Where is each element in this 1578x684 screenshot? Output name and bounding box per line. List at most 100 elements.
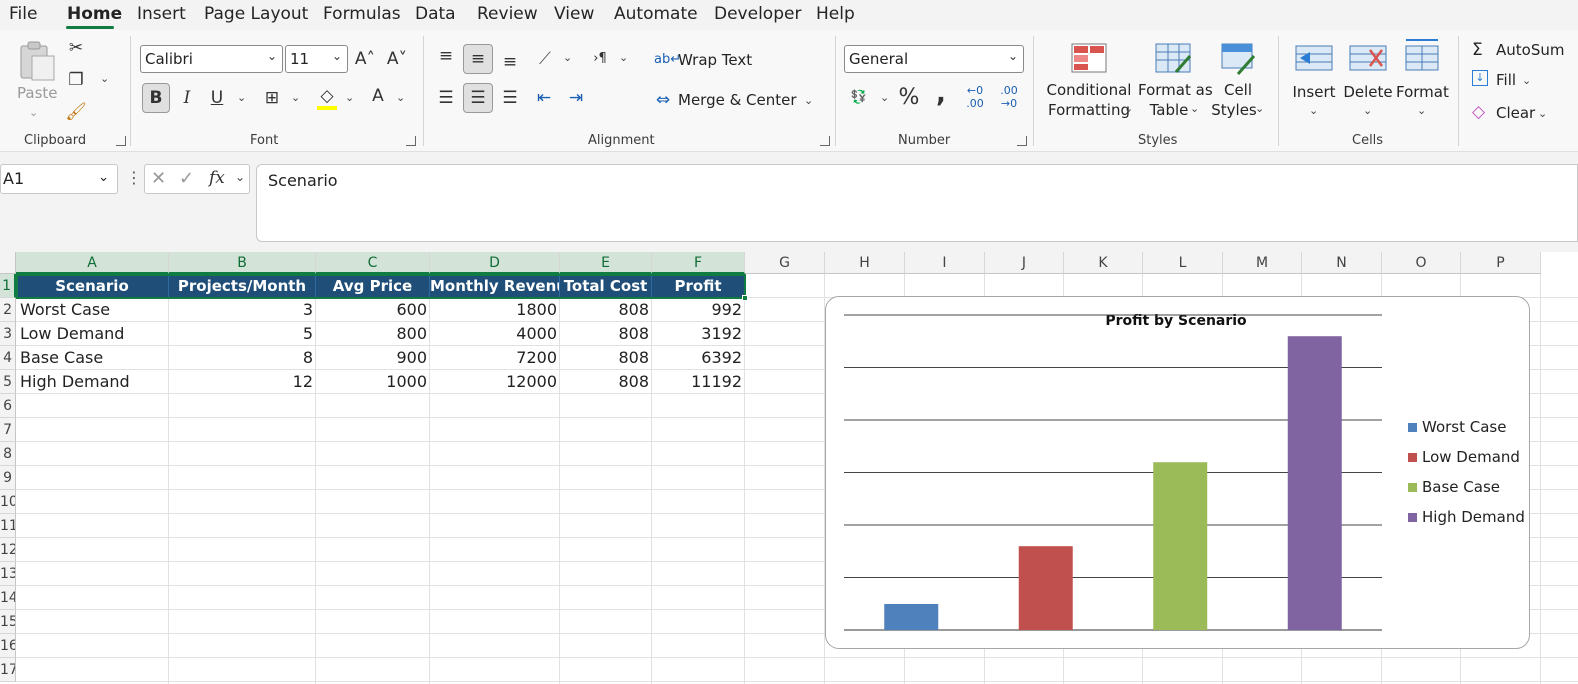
table-cell[interactable]: 6392	[652, 346, 745, 370]
cancel-icon[interactable]: ✕	[151, 168, 166, 189]
column-header-e[interactable]: E	[560, 252, 652, 274]
menu-developer[interactable]: Developer	[714, 4, 801, 24]
legend-item[interactable]: Base Case	[1408, 478, 1500, 496]
align-middle-icon[interactable]: ≡	[463, 44, 493, 74]
header-cell[interactable]: Total Cost	[560, 274, 652, 298]
column-header-n[interactable]: N	[1302, 252, 1382, 274]
percent-button[interactable]: %	[898, 84, 920, 112]
conditional-chevron-icon[interactable]: ⌄	[1124, 102, 1133, 115]
format-as-table-button[interactable]: Format as Table	[1138, 42, 1213, 132]
bar-worst-case[interactable]	[884, 603, 939, 630]
header-cell[interactable]: Projects/Month	[169, 274, 316, 298]
column-header-l[interactable]: L	[1143, 252, 1223, 274]
cell-styles-chevron-icon[interactable]: ⌄	[1255, 102, 1264, 115]
format-cells-button[interactable]: Format ⌄	[1396, 38, 1449, 132]
row-header-5[interactable]: 5	[0, 370, 16, 394]
table-cell[interactable]: 808	[560, 370, 652, 394]
column-header-i[interactable]: I	[905, 252, 985, 274]
accounting-format-icon[interactable]: 💱	[846, 84, 872, 112]
cell-styles-button[interactable]: Cell Styles	[1210, 42, 1266, 132]
cut-icon[interactable]: ✂	[64, 34, 88, 62]
fill-chevron-icon[interactable]: ⌄	[345, 91, 354, 104]
increase-font-icon[interactable]: A˄	[354, 45, 376, 73]
underline-chevron-icon[interactable]: ⌄	[237, 91, 246, 104]
fill-color-button[interactable]: ◇	[316, 86, 340, 112]
merge-center-button[interactable]: ⇔ Merge & Center ⌄	[652, 86, 822, 114]
table-cell[interactable]: 992	[652, 298, 745, 322]
align-center-icon[interactable]: ☰	[463, 83, 493, 113]
row-header-14[interactable]: 14	[0, 586, 16, 610]
row-header-10[interactable]: 10	[0, 490, 16, 514]
decrease-decimal-icon[interactable]: .00 →0	[996, 84, 1022, 110]
clear-button[interactable]: ◇ Clear ⌄	[1472, 102, 1578, 125]
increase-indent-icon[interactable]: ⇥	[564, 84, 588, 112]
table-cell[interactable]: 1800	[430, 298, 560, 322]
decrease-font-icon[interactable]: A˅	[386, 45, 408, 73]
row-header-6[interactable]: 6	[0, 394, 16, 418]
column-header-d[interactable]: D	[430, 252, 560, 274]
menu-data[interactable]: Data	[415, 4, 456, 24]
delete-cells-button[interactable]: Delete ⌄	[1342, 42, 1394, 132]
header-cell[interactable]: Scenario	[16, 274, 169, 298]
menu-formulas[interactable]: Formulas	[323, 4, 401, 24]
column-header-f[interactable]: F	[652, 252, 745, 274]
menu-home[interactable]: Home	[67, 4, 122, 24]
row-header-9[interactable]: 9	[0, 466, 16, 490]
align-bottom-icon[interactable]: ≡	[498, 48, 522, 76]
table-cell[interactable]: 12	[169, 370, 316, 394]
more-options-icon[interactable]: ⋮	[126, 168, 142, 187]
insert-function-button[interactable]: fx	[209, 168, 225, 188]
row-header-4[interactable]: 4	[0, 346, 16, 370]
profit-chart[interactable]: Profit by Scenario Worst Case Low Demand B…	[825, 296, 1530, 649]
row-header-7[interactable]: 7	[0, 418, 16, 442]
column-header-g[interactable]: G	[745, 252, 825, 274]
column-header-c[interactable]: C	[316, 252, 430, 274]
column-header-b[interactable]: B	[169, 252, 316, 274]
row-header-13[interactable]: 13	[0, 562, 16, 586]
menu-page-layout[interactable]: Page Layout	[204, 4, 308, 24]
bold-button[interactable]: B	[142, 83, 170, 113]
clipboard-launcher-icon[interactable]	[116, 136, 126, 146]
number-format-select[interactable]: General ⌄	[844, 45, 1024, 73]
table-cell[interactable]: 1000	[316, 370, 430, 394]
bar-base-case[interactable]	[1153, 462, 1208, 630]
paste-button[interactable]	[18, 40, 56, 82]
bar-high-demand[interactable]	[1287, 336, 1342, 630]
autosum-button[interactable]: Σ AutoSum	[1472, 40, 1578, 62]
table-cell[interactable]: 4000	[430, 322, 560, 346]
copy-chevron-icon[interactable]: ⌄	[100, 72, 109, 85]
text-direction-chevron-icon[interactable]: ⌄	[619, 51, 628, 64]
legend-item[interactable]: Low Demand	[1408, 448, 1520, 466]
increase-decimal-icon[interactable]: ←0.00	[962, 84, 988, 110]
copy-icon[interactable]: ❐	[64, 66, 88, 94]
column-header-j[interactable]: J	[985, 252, 1064, 274]
table-cell[interactable]: 900	[316, 346, 430, 370]
orientation-chevron-icon[interactable]: ⌄	[563, 51, 572, 64]
font-name-select[interactable]: Calibri ⌄	[140, 45, 283, 73]
menu-review[interactable]: Review	[477, 4, 538, 24]
decrease-indent-icon[interactable]: ⇤	[532, 84, 556, 112]
row-header-16[interactable]: 16	[0, 634, 16, 658]
table-cell[interactable]: Low Demand	[16, 322, 169, 346]
formula-input[interactable]: Scenario	[256, 164, 1578, 242]
table-cell[interactable]: 3	[169, 298, 316, 322]
text-direction-icon[interactable]: ›¶	[588, 45, 612, 73]
borders-icon[interactable]: ⊞	[259, 84, 285, 112]
row-header-3[interactable]: 3	[0, 322, 16, 346]
column-header-p[interactable]: P	[1461, 252, 1541, 274]
conditional-formatting-button[interactable]: Conditional Formatting	[1044, 42, 1134, 132]
worksheet-grid[interactable]: ABCDEFGHIJKLMNOP 12345678910111213141516…	[0, 252, 1578, 684]
table-cell[interactable]: 12000	[430, 370, 560, 394]
table-cell[interactable]: Base Case	[16, 346, 169, 370]
table-cell[interactable]: 808	[560, 346, 652, 370]
table-cell[interactable]: 8	[169, 346, 316, 370]
row-header-17[interactable]: 17	[0, 658, 16, 682]
row-header-1[interactable]: 1	[0, 274, 16, 298]
name-box[interactable]: A1 ⌄	[0, 164, 118, 194]
table-cell[interactable]: 800	[316, 322, 430, 346]
menu-insert[interactable]: Insert	[137, 4, 186, 24]
underline-button[interactable]: U	[206, 84, 228, 112]
row-header-8[interactable]: 8	[0, 442, 16, 466]
font-launcher-icon[interactable]	[406, 136, 416, 146]
table-cell[interactable]: 11192	[652, 370, 745, 394]
